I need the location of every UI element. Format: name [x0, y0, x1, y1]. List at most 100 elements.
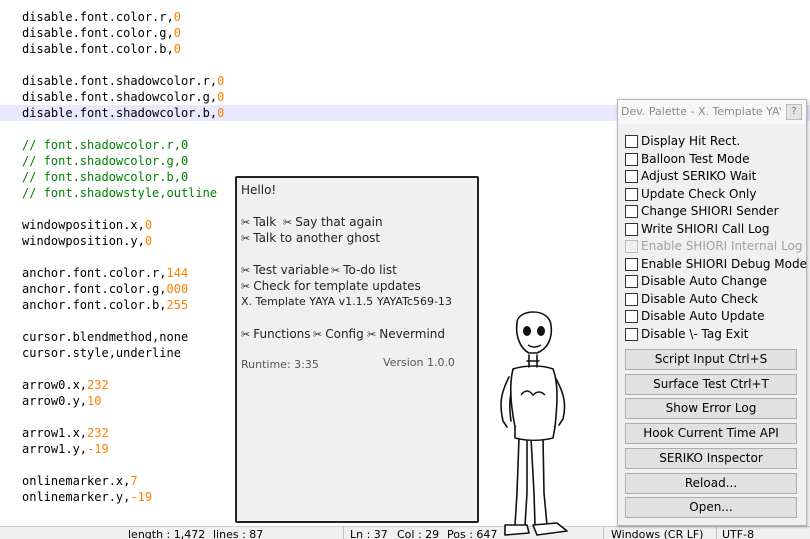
checkbox-label: Change SHIORI Sender	[641, 204, 779, 218]
code-token: arrow0.y,	[22, 394, 88, 408]
checkbox-box[interactable]	[625, 275, 638, 288]
code-line[interactable]: arrow0.y,10	[22, 393, 101, 409]
open-button[interactable]: Open...	[625, 497, 797, 519]
code-token: disable.font.color.g,	[22, 26, 174, 40]
scissors-icon: ✂	[241, 232, 251, 245]
choice-talk-other-label: Talk to another ghost	[253, 231, 381, 245]
code-line[interactable]: // font.shadowcolor.g,0	[22, 153, 188, 169]
code-line[interactable]: disable.font.shadowcolor.r,0	[22, 73, 224, 89]
code-token: windowposition.x,	[22, 218, 145, 232]
choice-nevermind[interactable]: ✂ Nevermind	[367, 327, 445, 341]
scissors-icon: ✂	[331, 264, 341, 277]
number-token: 0	[217, 106, 225, 120]
reload-button[interactable]: Reload...	[625, 472, 797, 494]
scissors-icon: ✂	[313, 328, 323, 341]
runtime-label: Runtime: 3:35	[241, 358, 319, 371]
choice-say-again-label: Say that again	[295, 215, 383, 229]
choice-todo[interactable]: ✂ To-do list	[331, 263, 397, 277]
code-line[interactable]: disable.font.color.r,0	[22, 9, 181, 25]
code-line[interactable]: arrow0.x,232	[22, 377, 109, 393]
code-token: disable.font.color.b,	[22, 42, 174, 56]
checkbox-box[interactable]	[625, 205, 638, 218]
checkbox-box[interactable]	[625, 222, 638, 236]
comment-token: // font.shadowcolor.g,0	[22, 154, 189, 168]
script-input-ctrl-s-button[interactable]: Script Input Ctrl+S	[625, 349, 797, 370]
checkbox-box[interactable]	[625, 310, 638, 323]
code-token: disable.font.shadowcolor.g,	[22, 90, 218, 104]
checkbox-box[interactable]	[625, 257, 638, 271]
palette-titlebar[interactable]: Dev. Palette - X. Template YAYA ?	[618, 100, 806, 124]
number-token: -19	[130, 490, 153, 504]
number-token: 7	[130, 474, 138, 488]
choice-say-again[interactable]: ✂ Say that again	[283, 215, 383, 229]
checkbox-box[interactable]	[625, 292, 638, 306]
comment-token: // font.shadowstyle,outline	[22, 186, 218, 200]
checkbox-box[interactable]	[625, 135, 638, 148]
code-token: onlinemarker.y,	[22, 490, 131, 504]
surface-test-ctrl-t-button[interactable]: Surface Test Ctrl+T	[625, 373, 797, 395]
status-column: Col : 29	[397, 528, 440, 539]
code-line[interactable]: windowposition.x,0	[22, 217, 152, 233]
choice-functions-label: Functions	[253, 327, 311, 341]
choice-test-variable[interactable]: ✂ Test variable	[241, 263, 329, 277]
code-line[interactable]: arrow1.y,-19	[22, 441, 109, 457]
checkbox-label: Disable \- Tag Exit	[641, 326, 749, 341]
code-line[interactable]: windowposition.y,0	[22, 233, 152, 249]
seriko-inspector-button[interactable]: SERIKO Inspector	[625, 447, 797, 469]
checkbox-box[interactable]	[625, 187, 638, 201]
scissors-icon: ✂	[241, 216, 251, 229]
code-line[interactable]: // font.shadowcolor.b,0	[22, 169, 188, 185]
checkbox-box[interactable]	[625, 170, 638, 183]
number-token: 0	[173, 10, 181, 24]
choice-check-updates[interactable]: ✂ Check for template updates	[241, 279, 421, 293]
code-line[interactable]: // font.shadowstyle,outline	[22, 185, 217, 201]
template-version: X. Template YAYA v1.1.5	[241, 295, 374, 308]
code-line[interactable]: arrow1.x,232	[22, 425, 109, 441]
choice-functions[interactable]: ✂ Functions	[241, 327, 311, 341]
checkbox-box[interactable]	[625, 327, 638, 341]
choice-talk[interactable]: ✂ Talk	[241, 215, 276, 229]
number-token: 000	[166, 282, 189, 296]
code-token: arrow0.x,	[22, 378, 88, 392]
code-line[interactable]: disable.font.color.g,0	[22, 25, 181, 41]
code-token: disable.font.shadowcolor.b,	[22, 106, 218, 120]
code-line[interactable]: // font.shadowcolor.r,0	[22, 137, 188, 153]
code-token: onlinemarker.x,	[22, 474, 131, 488]
code-line[interactable]: disable.font.shadowcolor.g,0	[22, 89, 224, 105]
status-eol: Windows (CR LF)	[611, 528, 704, 539]
number-token: 0	[217, 90, 225, 104]
checkbox-box[interactable]	[625, 152, 638, 166]
code-line[interactable]: anchor.font.color.r,144	[22, 265, 188, 281]
number-token: 255	[166, 298, 189, 312]
code-line[interactable]: cursor.style,underline	[22, 345, 181, 361]
choice-talk-other[interactable]: ✂ Talk to another ghost	[241, 231, 380, 245]
code-line[interactable]: onlinemarker.y,-19	[22, 489, 152, 505]
checkbox-label: Update Check Only	[641, 186, 757, 201]
number-token: 0	[173, 42, 181, 56]
checkbox-label: Enable SHIORI Debug Mode	[641, 256, 807, 271]
status-bar: length : 1,472 lines : 87 Ln : 37 Col : …	[0, 526, 810, 539]
code-line[interactable]: disable.font.color.b,0	[22, 41, 181, 57]
code-line[interactable]: anchor.font.color.g,000	[22, 281, 188, 297]
hook-current-time-api-button[interactable]: Hook Current Time API	[625, 423, 797, 445]
checkbox-label: Enable SHIORI Internal Log	[641, 239, 803, 253]
number-token: 0	[144, 234, 153, 248]
balloon-greeting: Hello!	[241, 183, 277, 197]
code-line[interactable]: onlinemarker.x,7	[22, 473, 138, 489]
code-token: cursor.blendmethod,none	[22, 330, 189, 344]
checkbox-label: Display Hit Rect.	[641, 134, 741, 148]
choice-todo-label: To-do list	[343, 263, 397, 277]
help-button[interactable]: ?	[786, 104, 802, 120]
version-label: Version 1.0.0	[383, 356, 455, 369]
code-line[interactable]: cursor.blendmethod,none	[22, 329, 188, 345]
checkbox-box	[625, 240, 638, 253]
choice-config[interactable]: ✂ Config	[313, 327, 364, 341]
status-encoding: UTF-8	[722, 528, 755, 539]
skeleton-ghost-character[interactable]	[497, 303, 577, 538]
show-error-log-button[interactable]: Show Error Log	[625, 398, 797, 420]
code-token: disable.font.color.r,	[22, 10, 174, 24]
code-line[interactable]: anchor.font.color.b,255	[22, 297, 188, 313]
code-token: disable.font.shadowcolor.r,	[22, 74, 218, 88]
status-length: length : 1,472	[128, 528, 206, 539]
choice-talk-label: Talk	[253, 215, 277, 229]
